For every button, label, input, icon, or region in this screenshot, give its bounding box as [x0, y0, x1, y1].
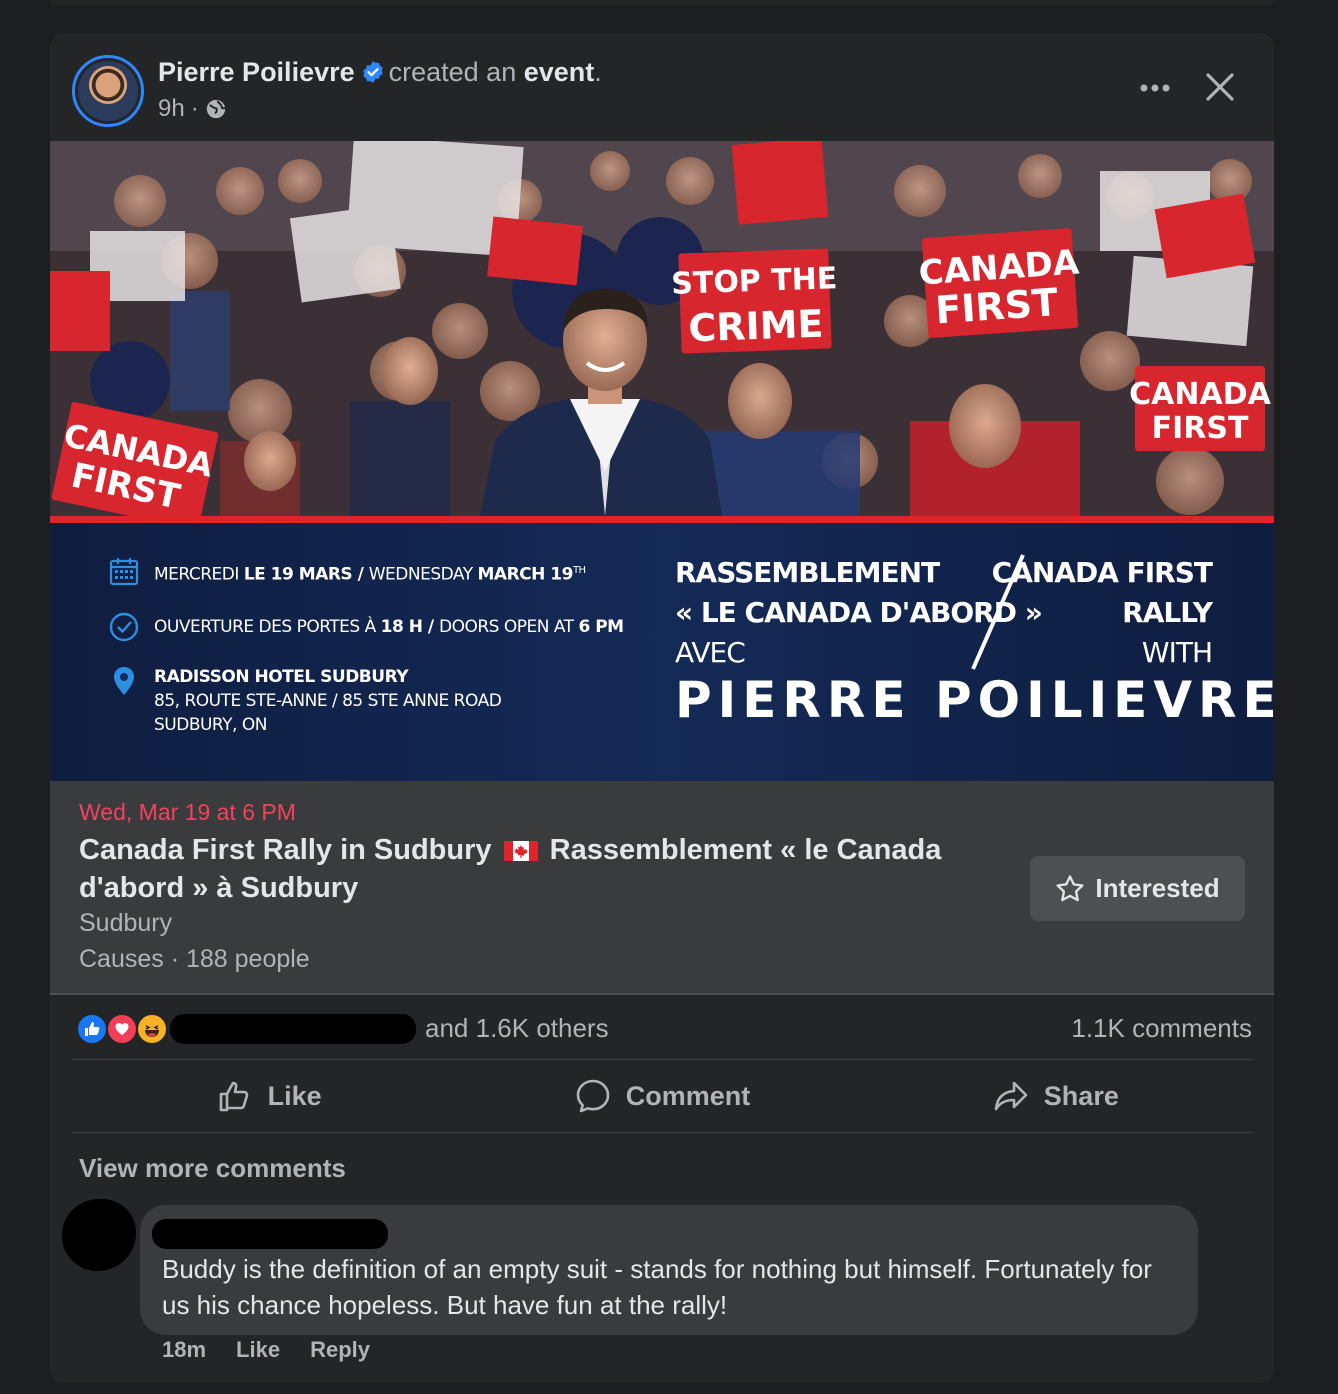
comment-label: Comment — [625, 1080, 751, 1111]
event-location: Sudbury — [79, 909, 173, 937]
date-fr-label: MERCREDI — [154, 564, 244, 585]
event-banner[interactable]: STOP THE CRIME CANADA FIRST CANADA FIRST… — [50, 141, 1274, 781]
action-text: created an — [388, 57, 517, 87]
doors-fr-label: OUVERTURE DES PORTES À — [154, 617, 381, 637]
doors-fr-value: 18 H — [380, 617, 423, 637]
event-date: Wed, Mar 19 at 6 PM — [79, 799, 296, 825]
event-details-panel: MERCREDI LE 19 MARS / WEDNESDAY MARCH 19… — [50, 523, 1274, 781]
rally-en-line1: CANADA FIRST — [991, 556, 1213, 589]
author-line: Pierre Poilievre created an event. — [158, 57, 602, 88]
meta-separator: · — [190, 95, 199, 122]
actions-top-divider — [72, 1059, 1252, 1060]
redacted-reactor-names — [170, 1014, 416, 1044]
reaction-icons[interactable] — [76, 1013, 176, 1045]
doors-separator: / — [422, 617, 440, 637]
post-card: Pierre Poilievre created an event. 9h · — [50, 33, 1274, 1383]
comment-reply-button[interactable]: Reply — [310, 1337, 370, 1363]
like-icon — [76, 1013, 108, 1045]
comment-count[interactable]: 1.1K comments — [1071, 1013, 1252, 1044]
like-label: Like — [267, 1080, 322, 1111]
star-icon — [1056, 874, 1084, 901]
globe-icon — [206, 99, 225, 119]
post-meta: 9h · — [158, 95, 227, 123]
interested-button[interactable]: Interested — [1030, 856, 1245, 921]
venue-row: RADISSON HOTEL SUDBURY 85, ROUTE STE-ANN… — [108, 665, 502, 737]
comment-like-button[interactable]: Like — [236, 1337, 280, 1363]
event-title-en: Canada First Rally in Sudbury — [79, 834, 492, 866]
event-info[interactable]: Wed, Mar 19 at 6 PM Canada First Rally i… — [50, 781, 1274, 995]
sign-first-2: FIRST — [1152, 411, 1249, 446]
interested-label: Interested — [1095, 873, 1220, 903]
date-row: MERCREDI LE 19 MARS / WEDNESDAY MARCH 19… — [108, 555, 586, 587]
calendar-icon — [109, 558, 139, 586]
sign-stop-the: STOP THE — [671, 261, 838, 302]
venue-address: 85, ROUTE STE-ANNE / 85 STE ANNE ROAD — [154, 691, 502, 711]
comment-meta: 18m Like Reply — [162, 1337, 370, 1363]
more-options-button[interactable] — [1130, 71, 1180, 105]
rally-title-en: CANADA FIRST RALLY WITH — [991, 553, 1213, 673]
venue-city: SUDBURY, ON — [154, 715, 267, 735]
haha-icon — [136, 1013, 168, 1045]
share-label: Share — [1043, 1080, 1119, 1111]
event-title[interactable]: Canada First Rally in Sudbury Rassemblem… — [79, 831, 999, 907]
date-separator: / — [352, 564, 369, 585]
date-fr-value: LE 19 MARS — [243, 564, 353, 585]
doors-row: OUVERTURE DES PORTES À 18 H / DOORS OPEN… — [108, 611, 624, 643]
event-meta: Causes · 188 people — [79, 945, 310, 973]
banner-divider — [50, 516, 1274, 523]
rally-en-line2: RALLY — [1122, 596, 1213, 629]
location-pin-icon — [114, 667, 134, 695]
reaction-count[interactable]: and 1.6K others — [425, 1013, 609, 1044]
event-link[interactable]: event — [524, 57, 595, 87]
like-button[interactable]: Like — [72, 1061, 465, 1131]
post-header: Pierre Poilievre created an event. 9h · — [50, 33, 1274, 141]
author-name[interactable]: Pierre Poilievre — [158, 57, 355, 87]
comment-button[interactable]: Comment — [465, 1061, 858, 1131]
date-en-value: MARCH 19 — [477, 564, 574, 585]
verified-badge-icon — [362, 61, 383, 83]
actions-bottom-divider — [72, 1132, 1252, 1133]
clock-icon — [109, 612, 139, 642]
comment-time[interactable]: 18m — [162, 1337, 206, 1363]
love-icon — [106, 1013, 138, 1045]
post-time[interactable]: 9h — [158, 95, 185, 123]
rally-photo: STOP THE CRIME CANADA FIRST CANADA FIRST… — [50, 141, 1274, 516]
author-avatar[interactable] — [72, 55, 144, 127]
previous-post-edge — [50, 0, 1274, 6]
sign-first-1: FIRST — [934, 280, 1059, 332]
doors-en-value: 6 PM — [578, 617, 624, 637]
date-en-suffix: TH — [572, 565, 586, 576]
post-actions: Like Comment Share — [72, 1061, 1252, 1131]
comment-bubble-icon — [576, 1079, 610, 1113]
action-end: . — [594, 57, 602, 87]
share-arrow-icon — [994, 1081, 1028, 1111]
close-icon — [1206, 73, 1234, 101]
reactions-summary: and 1.6K others 1.1K comments — [72, 1003, 1252, 1055]
sign-canada-2: CANADA — [1129, 377, 1271, 412]
close-button[interactable] — [1198, 65, 1242, 109]
comment-bubble: Buddy is the definition of an empty suit… — [140, 1205, 1198, 1335]
venue-name: RADISSON HOTEL SUDBURY — [154, 667, 409, 687]
view-more-comments[interactable]: View more comments — [79, 1153, 346, 1184]
crowd-illustration: STOP THE CRIME CANADA FIRST CANADA FIRST… — [50, 141, 1274, 516]
redacted-commenter-name[interactable] — [152, 1219, 388, 1249]
speaker-name: PIERRE POILIEVRE — [675, 671, 1274, 729]
date-en-label: WEDNESDAY — [368, 564, 478, 585]
comment-text: Buddy is the definition of an empty suit… — [162, 1254, 1152, 1320]
sign-crime: CRIME — [688, 302, 825, 351]
rally-en-line3: WITH — [1141, 636, 1213, 669]
thumbs-up-icon — [219, 1081, 248, 1112]
doors-en-label: DOORS OPEN AT — [439, 617, 579, 637]
commenter-avatar-redacted[interactable] — [62, 1199, 136, 1271]
avatar-image — [78, 61, 138, 121]
share-button[interactable]: Share — [859, 1061, 1252, 1131]
more-horizontal-icon — [1140, 84, 1170, 92]
canada-flag-icon — [503, 841, 538, 861]
